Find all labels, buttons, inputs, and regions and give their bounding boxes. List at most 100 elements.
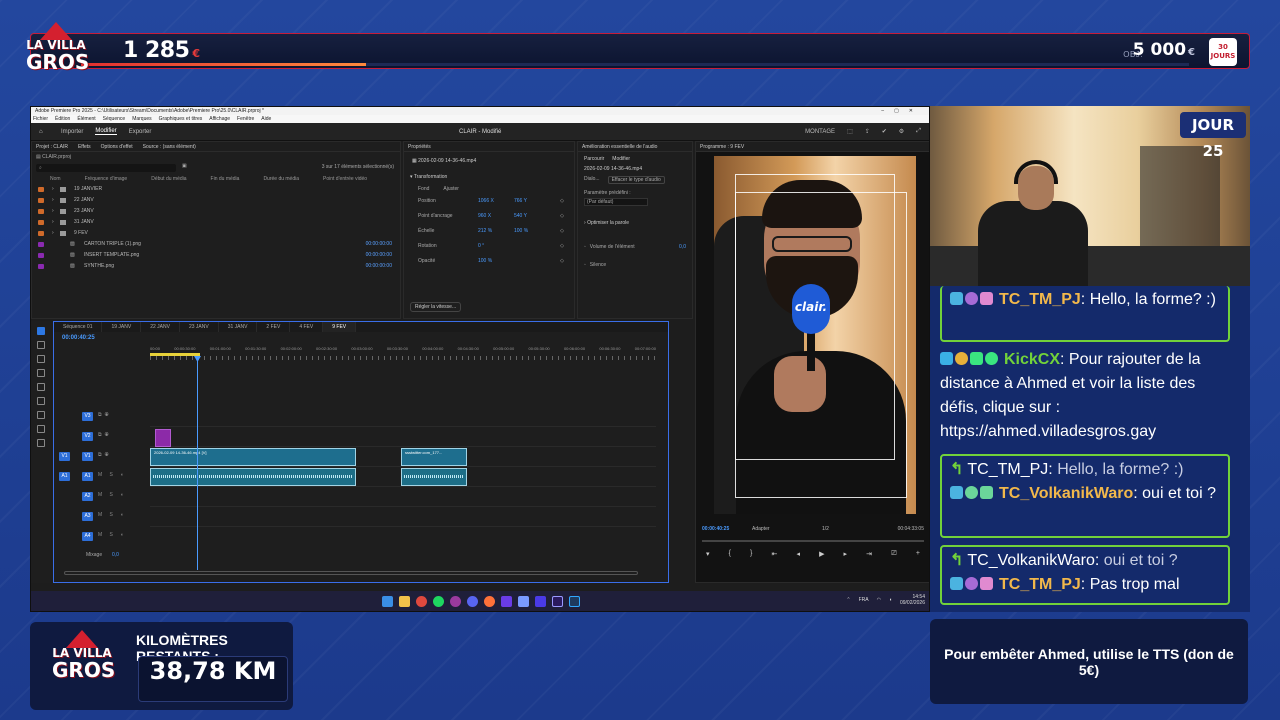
transform-value-2[interactable]: 540 Y bbox=[514, 209, 527, 224]
project-column-header[interactable]: Nom bbox=[50, 174, 61, 184]
tab-sequence-6[interactable]: 4 FEV bbox=[290, 322, 324, 332]
tab-sequence-0[interactable]: Séquence 01 bbox=[54, 322, 103, 332]
workspace-montage-label[interactable]: MONTAGE bbox=[805, 129, 835, 135]
menu-item-6[interactable]: Affichage bbox=[209, 115, 230, 123]
tab-sequence-1[interactable]: 19 JANV bbox=[102, 322, 142, 332]
hand-tool-icon[interactable] bbox=[37, 425, 45, 433]
razor-tool-icon[interactable] bbox=[37, 369, 45, 377]
project-folder[interactable]: › 31 JANV bbox=[32, 217, 400, 228]
tab-sequence-7[interactable]: 9 FEV bbox=[323, 322, 357, 332]
tab-sequence-4[interactable]: 31 JANV bbox=[219, 322, 258, 332]
ripple-edit-tool-icon[interactable] bbox=[37, 355, 45, 363]
project-column-header[interactable]: Début du média bbox=[151, 174, 186, 184]
track-name[interactable]: V2 bbox=[82, 432, 93, 441]
project-file-item[interactable]: ▨ SYNTHE.png 00:00:00:00 bbox=[32, 261, 400, 272]
menu-item-5[interactable]: Graphiques et titres bbox=[159, 115, 203, 123]
tray-chevron-icon[interactable]: ⌃ bbox=[846, 597, 850, 603]
fullscreen-icon[interactable]: ⤢ bbox=[916, 128, 921, 135]
source-patch[interactable]: V1 bbox=[59, 452, 70, 461]
step-back-icon[interactable]: ◂ bbox=[796, 550, 800, 558]
go-to-out-icon[interactable]: ⇥ bbox=[866, 550, 872, 558]
tab-sequence-3[interactable]: 23 JANV bbox=[180, 322, 219, 332]
timeline-scrollbar[interactable] bbox=[64, 571, 638, 575]
tab-exporter[interactable]: Exporter bbox=[129, 129, 152, 135]
fit-select[interactable]: Adapter bbox=[752, 526, 770, 532]
program-scrubber[interactable] bbox=[702, 540, 924, 542]
tray-clock[interactable]: 14:54 09/02/2026 bbox=[900, 594, 925, 606]
transform-section[interactable]: ▾ Transformation bbox=[404, 170, 574, 184]
selection-tool-icon[interactable] bbox=[37, 327, 45, 335]
chevron-right-icon[interactable]: › bbox=[52, 206, 54, 217]
track-controls[interactable]: M S ◖ bbox=[98, 492, 126, 498]
tab-importer[interactable]: Importer bbox=[61, 129, 83, 135]
dialog-button[interactable]: Dialo... bbox=[584, 176, 600, 184]
discord-icon[interactable] bbox=[467, 595, 478, 607]
menu-item-2[interactable]: Élément bbox=[77, 115, 95, 123]
transform-value-1[interactable]: 212 % bbox=[478, 224, 492, 239]
track-controls[interactable]: M S ◖ bbox=[98, 532, 126, 538]
track-name[interactable]: A2 bbox=[82, 492, 93, 501]
keyframe-icon[interactable]: ◇ bbox=[560, 224, 564, 239]
menu-item-7[interactable]: Fenêtre bbox=[237, 115, 254, 123]
window-controls[interactable]: –▢✕ bbox=[881, 107, 923, 115]
speed-button[interactable]: Régler la vitesse... bbox=[410, 302, 462, 312]
in-point-icon[interactable]: { bbox=[729, 550, 731, 558]
add-icon[interactable]: + bbox=[916, 550, 920, 558]
premiere-icon[interactable] bbox=[552, 595, 563, 607]
preset-select[interactable]: (Par défaut) bbox=[584, 198, 648, 206]
start-icon[interactable] bbox=[382, 595, 393, 607]
track-name[interactable]: A1 bbox=[82, 472, 93, 481]
tab-effect-options[interactable]: Options d'effet bbox=[101, 142, 133, 151]
tray-lang[interactable]: FRA bbox=[859, 597, 869, 603]
export-icon[interactable]: ⇪ bbox=[865, 128, 870, 135]
volume-value[interactable]: 0,0 bbox=[679, 244, 686, 250]
check-icon[interactable]: ✔ bbox=[882, 128, 887, 135]
track-name[interactable]: V1 bbox=[82, 452, 93, 461]
keyframe-icon[interactable]: ◇ bbox=[560, 254, 564, 269]
menu-item-8[interactable]: Aide bbox=[261, 115, 271, 123]
slip-tool-icon[interactable] bbox=[37, 383, 45, 391]
chat-username[interactable]: TC_TM_PJ bbox=[999, 291, 1081, 308]
audio-clip-main[interactable] bbox=[150, 468, 356, 486]
keyframe-icon[interactable]: ◇ bbox=[560, 209, 564, 224]
mix-value[interactable]: 0,0 bbox=[112, 552, 119, 558]
volume-icon[interactable]: ◖ bbox=[889, 597, 892, 603]
share-icon[interactable]: ⬚ bbox=[847, 128, 853, 135]
project-column-header[interactable]: Fréquence d'image bbox=[85, 174, 128, 184]
project-column-header[interactable]: Fin du média bbox=[211, 174, 240, 184]
chrome-icon[interactable] bbox=[416, 595, 427, 607]
transform-value-2[interactable]: 100 % bbox=[514, 224, 528, 239]
rectangle-tool-icon[interactable] bbox=[37, 411, 45, 419]
explorer-icon[interactable] bbox=[399, 595, 410, 607]
settings-icon[interactable]: ⚙ bbox=[899, 128, 904, 135]
timeline-timecode[interactable]: 00:00:40:25 bbox=[62, 335, 95, 341]
pen-tool-icon[interactable] bbox=[37, 397, 45, 405]
track-controls[interactable]: ⧉◉ bbox=[98, 452, 112, 458]
tab-sequence-2[interactable]: 22 JANV bbox=[141, 322, 180, 332]
track-controls[interactable]: ⧉◉ bbox=[98, 432, 112, 438]
track-name[interactable]: A3 bbox=[82, 512, 93, 521]
opera-icon[interactable] bbox=[450, 595, 461, 607]
volume-toggle[interactable]: ◦ bbox=[584, 244, 586, 250]
project-column-header[interactable]: Durée du média bbox=[263, 174, 299, 184]
ajuster-button[interactable]: Ajuster bbox=[443, 186, 459, 192]
video-clip-second[interactable]: ssstwitter.com_177... bbox=[401, 448, 467, 466]
work-area-bar[interactable] bbox=[150, 353, 200, 356]
photoshop-icon[interactable] bbox=[569, 595, 580, 607]
transform-value-1[interactable]: 1066 X bbox=[478, 194, 494, 209]
camera-icon[interactable]: ⎚ bbox=[891, 550, 897, 558]
timeline-ruler[interactable]: 00:00 00:00:30:00 00:01:00:00 00:01:30:00 00… bbox=[150, 346, 656, 356]
step-forward-icon[interactable]: ▸ bbox=[844, 550, 848, 558]
teams-icon[interactable] bbox=[501, 595, 512, 607]
playhead[interactable] bbox=[197, 358, 198, 570]
tab-source[interactable]: Source : (sans élément) bbox=[143, 142, 196, 151]
tab-sequence-5[interactable]: 2 FEV bbox=[257, 322, 291, 332]
firefox-icon[interactable] bbox=[484, 595, 495, 607]
fond-button[interactable]: Fond bbox=[418, 186, 429, 192]
project-file-item[interactable]: ▨ INSERT TEMPLATE.png 00:00:00:00 bbox=[32, 250, 400, 261]
chevron-right-icon[interactable]: › bbox=[52, 195, 54, 206]
menu-item-4[interactable]: Marques bbox=[132, 115, 151, 123]
track-controls[interactable]: ⧉◉ bbox=[98, 412, 112, 418]
tab-effects[interactable]: Effets bbox=[78, 142, 91, 151]
audio-clip-second[interactable] bbox=[401, 468, 467, 486]
